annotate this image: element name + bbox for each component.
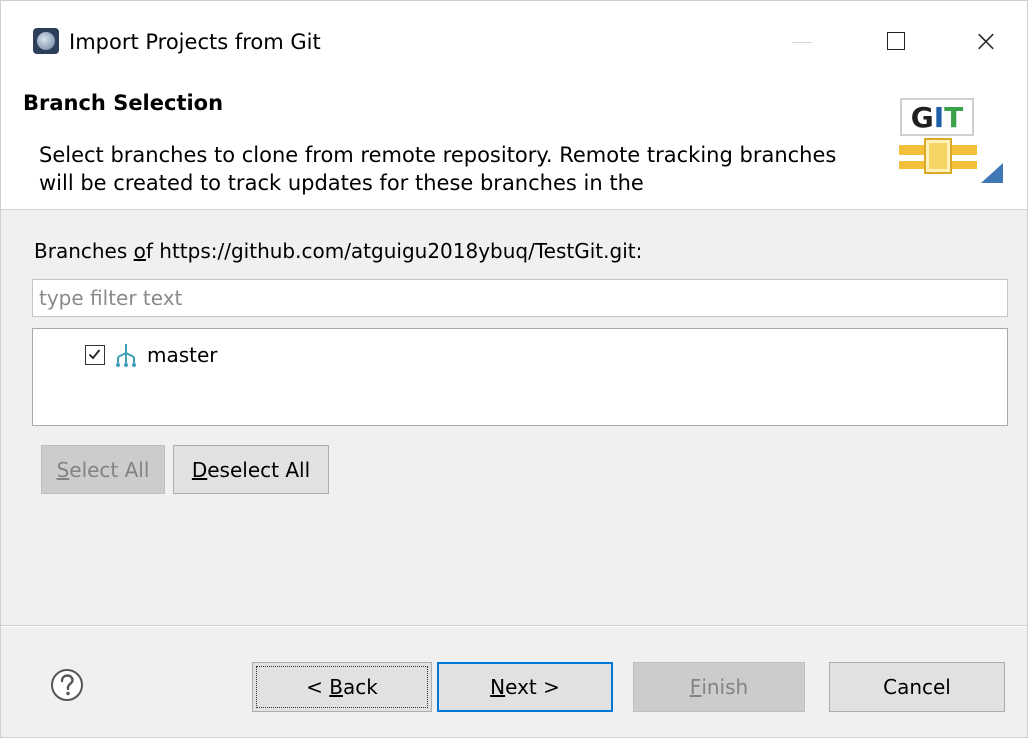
close-button[interactable]: × (963, 21, 1009, 61)
page-description: Select branches to clone from remote rep… (39, 143, 837, 195)
checkmark-icon (88, 349, 101, 360)
deselect-all-label: eselect All (207, 457, 311, 482)
list-item[interactable]: master (85, 343, 218, 367)
eclipse-icon (33, 28, 59, 54)
back-mnemonic: B (329, 675, 343, 699)
maximize-button[interactable] (873, 21, 919, 61)
git-logo-icon: GIT (899, 98, 1003, 183)
window-title: Import Projects from Git (69, 30, 321, 54)
minimize-button[interactable] (779, 21, 825, 61)
finish-button[interactable]: Finish (633, 662, 805, 712)
cancel-button[interactable]: Cancel (829, 662, 1005, 712)
close-icon: × (973, 23, 999, 59)
back-prefix: < (306, 675, 330, 699)
branch-name: master (147, 343, 218, 367)
select-all-button[interactable]: Select All (41, 445, 165, 494)
deselect-all-button[interactable]: Deselect All (173, 445, 329, 494)
finish-mnemonic: F (689, 675, 702, 699)
import-projects-dialog: Import Projects from Git × Branch Select… (0, 0, 1028, 738)
branches-label-prefix: Branches (34, 239, 134, 263)
next-label: ext > (505, 675, 560, 699)
branches-label: Branches of https://github.com/atguigu20… (34, 239, 642, 263)
git-logo-text: GIT (911, 101, 964, 134)
filter-input[interactable] (32, 279, 1008, 317)
page-title: Branch Selection (23, 91, 224, 115)
minimize-icon (792, 41, 812, 43)
maximize-icon (887, 32, 905, 50)
footer-divider-highlight (1, 626, 1027, 627)
branches-label-mnemonic: o (133, 239, 146, 263)
next-button[interactable]: Next > (437, 662, 613, 712)
back-button[interactable]: < Back (252, 662, 432, 712)
next-mnemonic: N (490, 675, 506, 699)
branch-list[interactable]: master (32, 328, 1008, 426)
back-label: ack (343, 675, 378, 699)
select-all-mnemonic: S (56, 457, 70, 482)
branch-checkbox[interactable] (85, 345, 105, 365)
select-all-label: elect All (69, 457, 150, 482)
help-icon[interactable] (50, 668, 84, 702)
title-bar: Import Projects from Git × (1, 1, 1027, 83)
deselect-all-mnemonic: D (191, 457, 208, 482)
wizard-header: Branch Selection Select branches to clon… (1, 83, 1027, 210)
branches-label-suffix: f https://github.com/atguigu2018ybuq/Tes… (145, 239, 643, 263)
branch-icon (116, 344, 136, 367)
finish-label: inish (701, 675, 749, 699)
